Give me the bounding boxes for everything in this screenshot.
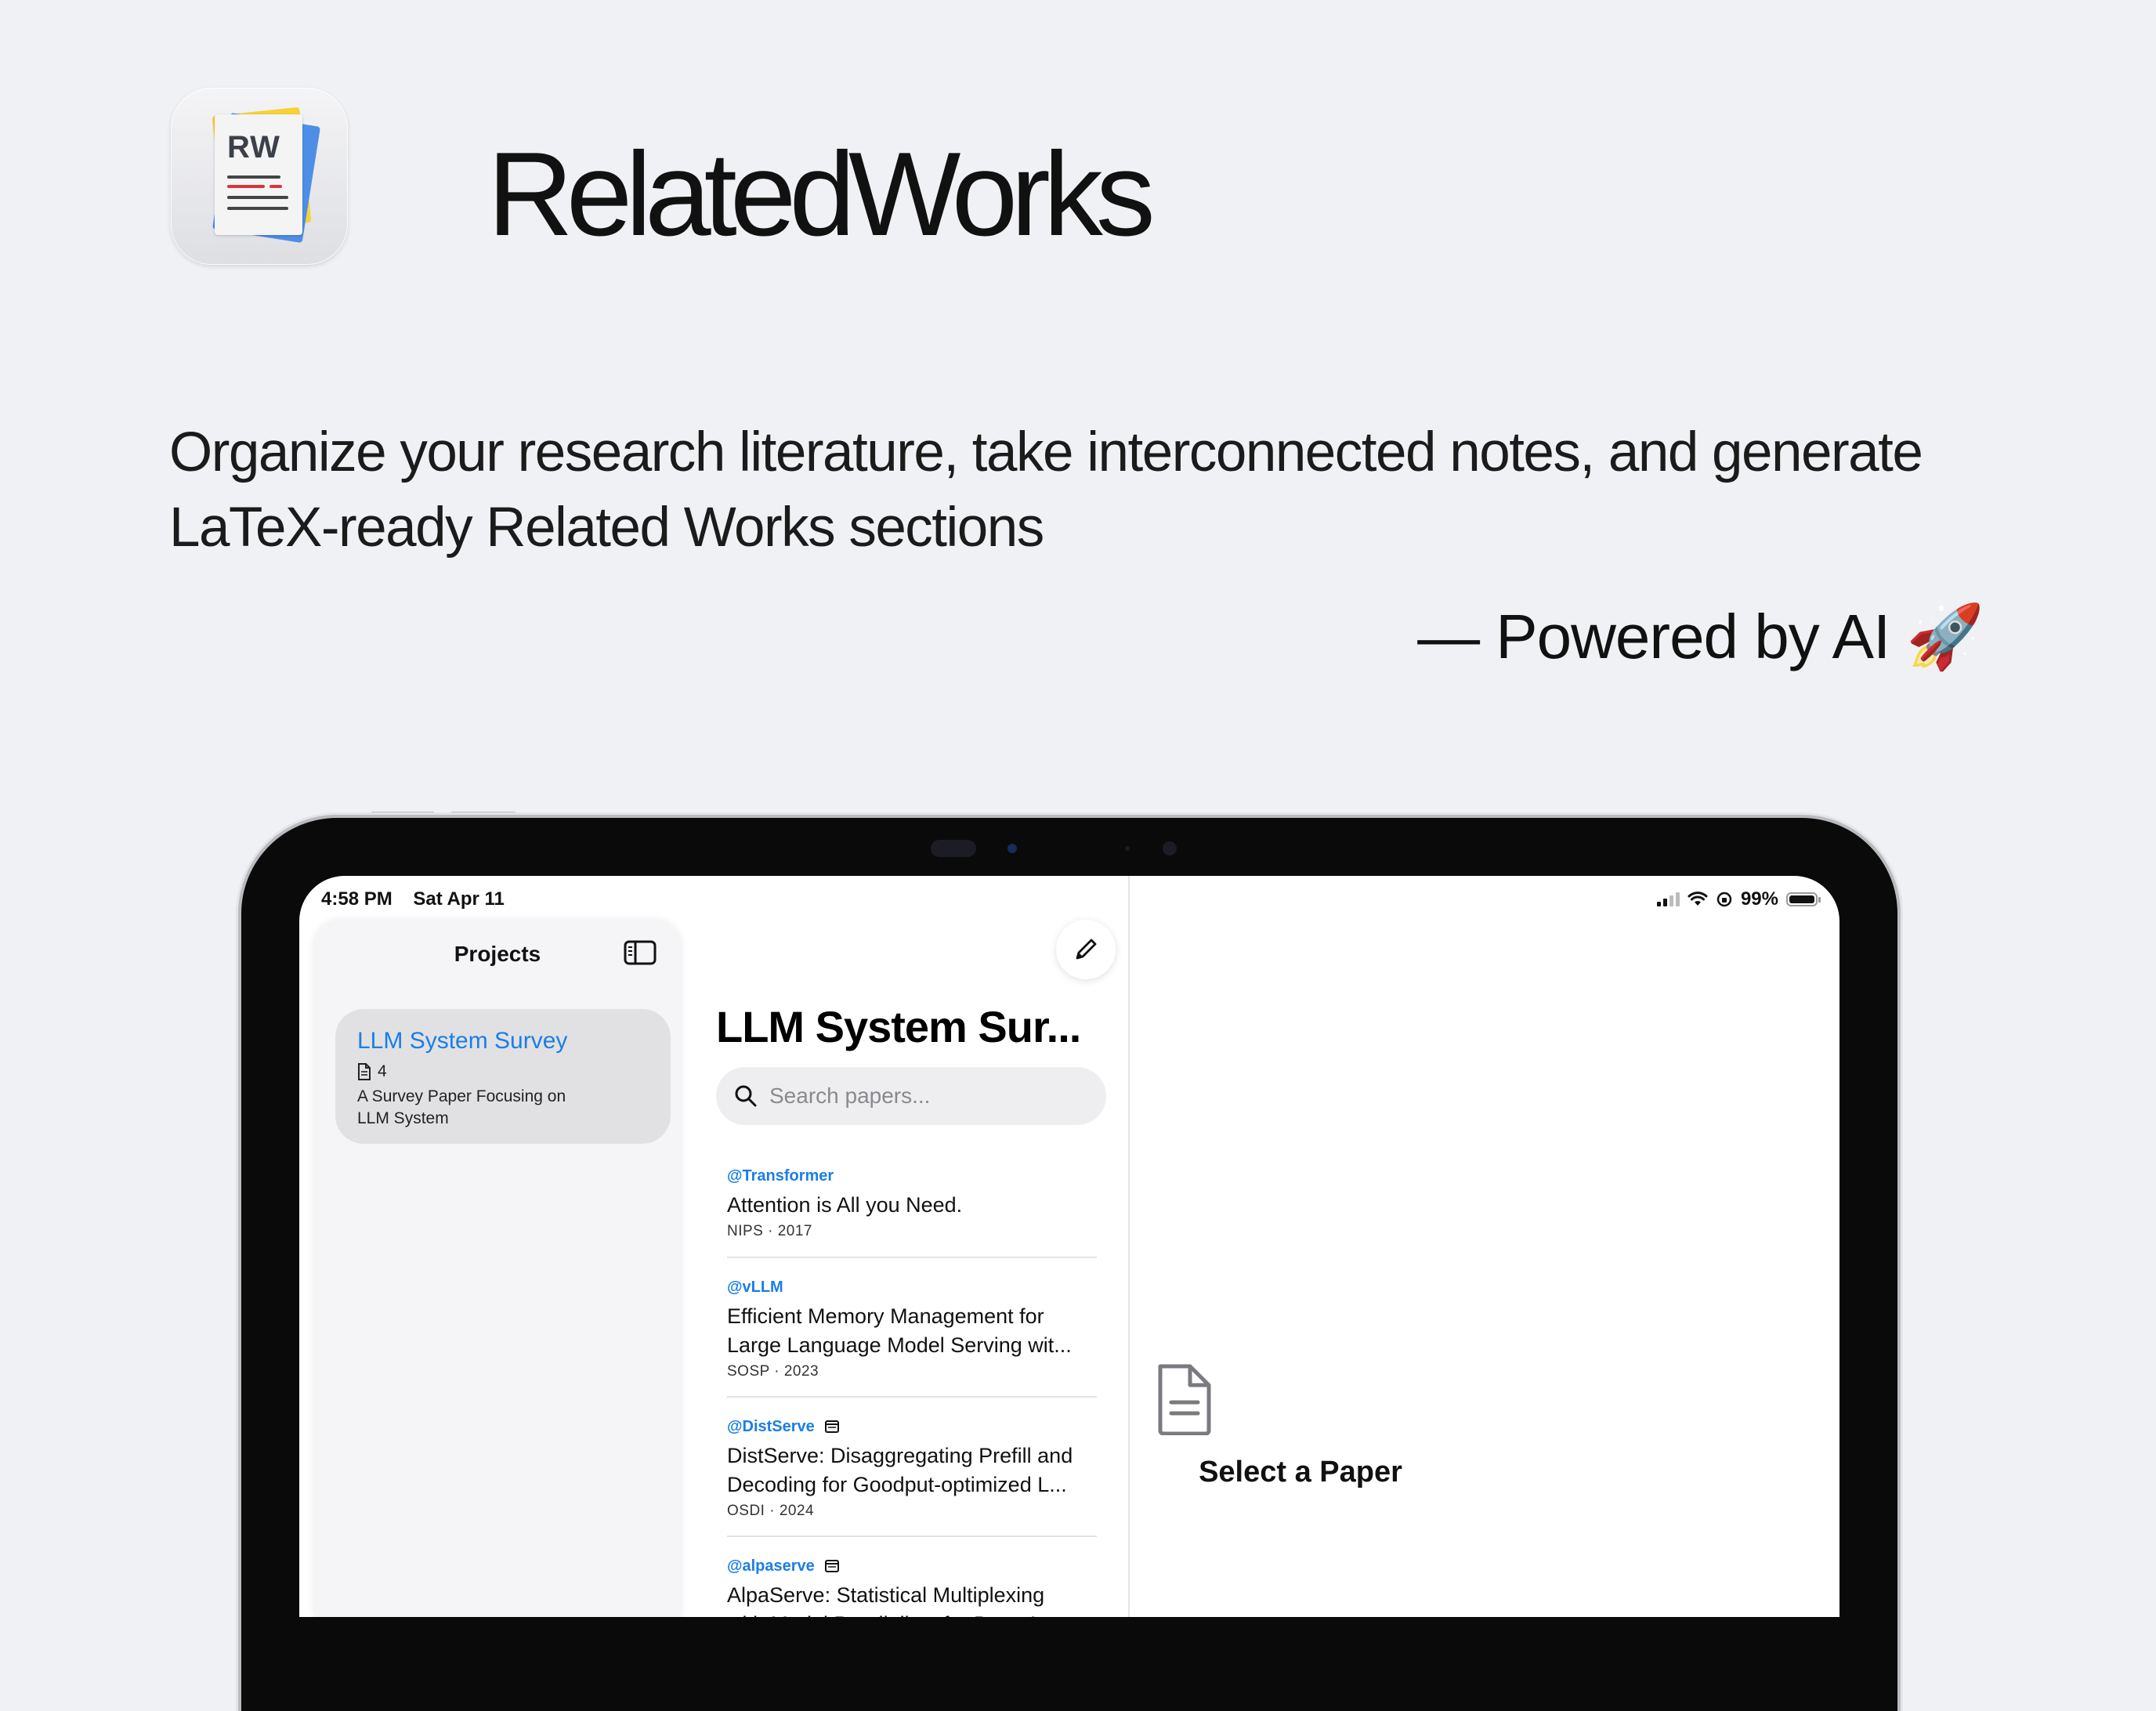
device-top-button [370, 812, 436, 818]
camera-lens [1007, 844, 1017, 853]
note-icon [824, 1420, 839, 1433]
note-icon [824, 1560, 839, 1572]
project-title: LLM System Sur... [716, 1002, 1081, 1051]
paper-venue: OSDI · 2024 [727, 1503, 815, 1519]
paper-title-line: Efficient Memory Management for [727, 1304, 1044, 1328]
paper-citekey: @DistServe [727, 1417, 815, 1435]
device-top-button [450, 812, 517, 818]
paper-title-line: DistServe: Disaggregating Prefill and [727, 1444, 1073, 1467]
document-icon [358, 1063, 371, 1080]
empty-state-label: Select a Paper [1199, 1456, 1402, 1489]
paper-row[interactable]: @Transformer Attention is All you Need. … [727, 1166, 1095, 1240]
camera-housing [931, 840, 976, 857]
paper-title: AlpaServe: Statistical Multiplexing with… [727, 1581, 1095, 1617]
project-description: A Survey Paper Focusing on LLM System [357, 1087, 566, 1127]
project-name: LLM System Survey [357, 1028, 568, 1054]
sidebar-toggle-icon[interactable] [624, 940, 657, 965]
paper-citekey: @vLLM [727, 1278, 783, 1296]
sensor-dot [1163, 841, 1177, 856]
paper-title: Attention is All you Need. [727, 1193, 963, 1217]
status-date: Sat Apr 11 [413, 888, 505, 910]
paper-title: DistServe: Disaggregating Prefill and De… [727, 1442, 1095, 1499]
project-count-value: 4 [378, 1062, 387, 1080]
status-time: 4:58 PM [321, 888, 392, 910]
paper-detail-pane [1130, 876, 1839, 1617]
app-title: RelatedWorks [487, 128, 1156, 261]
status-bar-left: 4:58 PM Sat Apr 11 [321, 888, 520, 910]
sensor-dot [1125, 846, 1130, 851]
powered-by-label: — Powered by AI 🚀 [1417, 602, 1984, 671]
paper-row[interactable]: @alpaserve AlpaServe: Statistical Multip… [727, 1556, 1095, 1618]
project-card[interactable]: LLM System Survey 4 A Survey Paper Focus… [335, 1009, 671, 1144]
paper-title-line: AlpaServe: Statistical Multiplexing [727, 1583, 1045, 1607]
list-separator [727, 1396, 1097, 1398]
ipad-screen: 4:58 PM Sat Apr 11 99% Projects LLM Syst… [299, 876, 1839, 1617]
paper-venue: NIPS · 2017 [727, 1223, 812, 1239]
project-paper-count: 4 [357, 1062, 387, 1081]
document-icon [1158, 1364, 1211, 1435]
paper-row[interactable]: @DistServe DistServe: Disaggregating Pre… [727, 1416, 1095, 1520]
list-separator [727, 1257, 1097, 1258]
compose-button[interactable] [1056, 920, 1116, 979]
pencil-icon [1076, 939, 1097, 960]
search-bar[interactable] [716, 1067, 1106, 1125]
list-separator [727, 1536, 1097, 1537]
paper-title-line: Decoding for Goodput-optimized L... [727, 1473, 1067, 1496]
search-input[interactable] [768, 1083, 1084, 1109]
app-icon: RW [171, 88, 348, 265]
paper-title-line: Large Language Model Serving wit... [727, 1333, 1072, 1357]
app-icon-label: RW [227, 130, 280, 165]
tagline: Organize your research literature, take … [169, 421, 1923, 559]
device-side-button [236, 906, 241, 992]
paper-title: Efficient Memory Management for Large La… [727, 1302, 1095, 1360]
paper-venue: SOSP · 2023 [727, 1363, 819, 1380]
search-icon [735, 1085, 757, 1107]
paper-citekey: @alpaserve [727, 1557, 815, 1575]
projects-sidebar: Projects LLM System Survey 4 A Survey Pa… [313, 920, 682, 1617]
paper-row[interactable]: @vLLM Efficient Memory Management for La… [727, 1277, 1095, 1380]
paper-citekey: @Transformer [727, 1167, 834, 1185]
paper-title-line: with Model Parallelism for Deep Lea... [727, 1610, 1095, 1617]
